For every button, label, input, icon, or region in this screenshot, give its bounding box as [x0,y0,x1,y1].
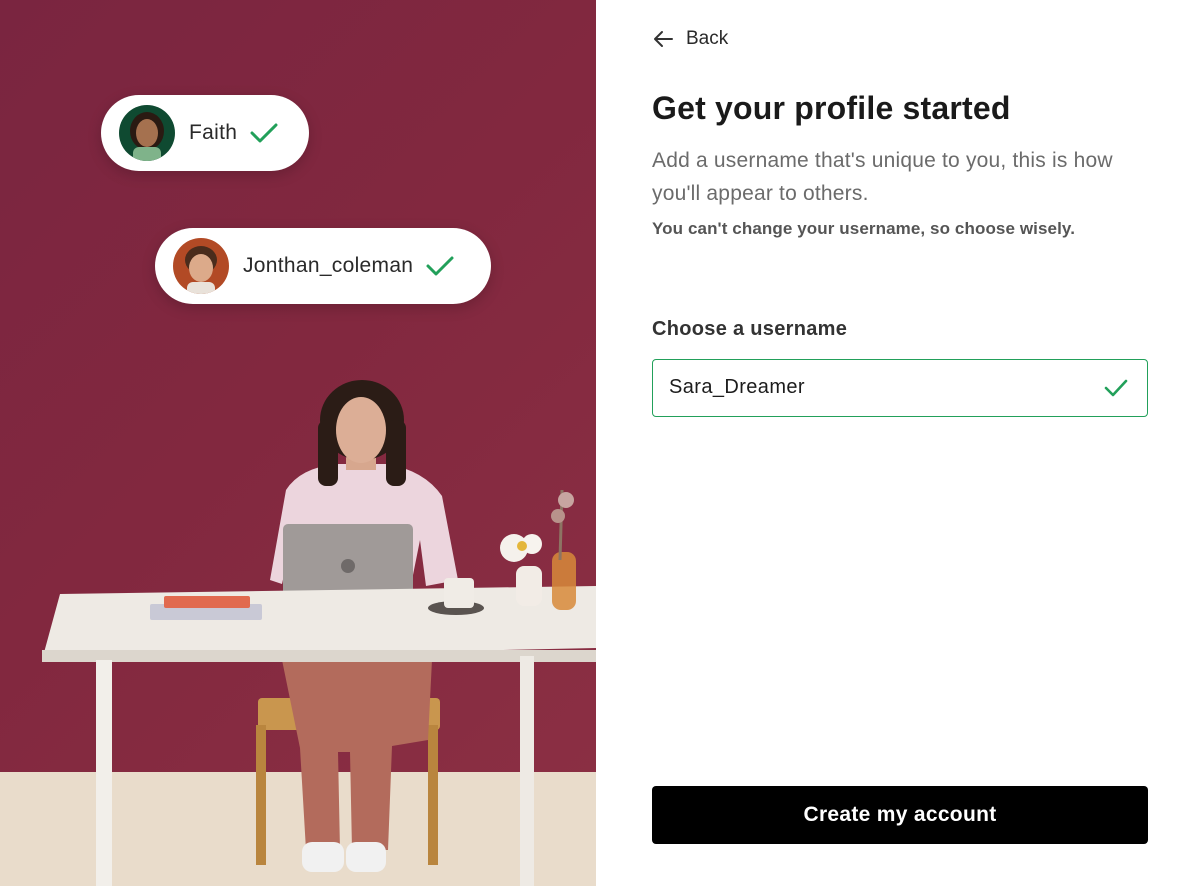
back-label: Back [686,28,729,49]
user-tag-name: Faith [189,121,238,144]
check-icon [250,123,278,143]
user-tag-jonthan: Jonthan_coleman [155,228,491,304]
user-tag-name: Jonthan_coleman [243,254,414,277]
username-label: Choose a username [652,318,848,340]
arrow-left-icon [654,31,673,47]
page-description: Add a username that's unique to you, thi… [652,149,1113,205]
page-title: Get your profile started [652,90,1011,126]
check-icon [1104,379,1128,397]
check-icon [426,256,454,276]
username-input[interactable] [669,360,1089,415]
username-warning: You can't change your username, so choos… [652,219,1076,238]
back-button[interactable]: Back [652,28,728,50]
signup-form-panel: Back Get your profile started Add a user… [596,0,1200,886]
username-field [652,359,1148,417]
avatar [173,238,229,294]
hero-photo: Faith Jonthan_coleman [0,0,596,886]
user-tag-faith: Faith [101,95,309,171]
avatar [119,105,175,161]
create-account-button[interactable]: Create my account [652,786,1148,844]
